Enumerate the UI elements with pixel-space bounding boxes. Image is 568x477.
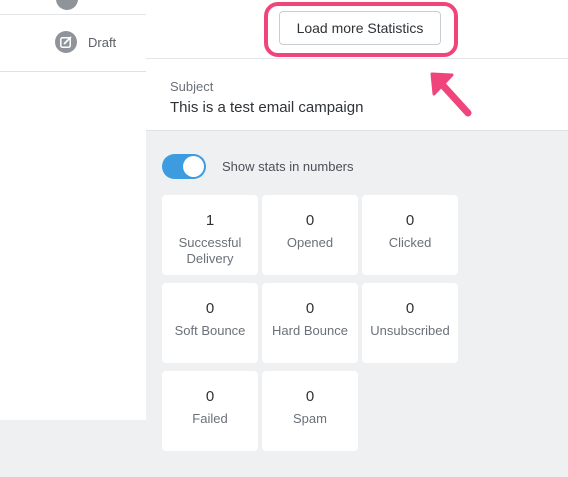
- stat-label: Failed: [192, 411, 228, 426]
- stat-label: Soft Bounce: [174, 323, 246, 338]
- stat-value: 0: [305, 212, 315, 229]
- stat-label: Clicked: [388, 235, 432, 250]
- campaign-detail-panel: Load more Statistics Subject This is a t…: [146, 0, 568, 477]
- edit-icon: [55, 31, 77, 53]
- stat-card-successful-delivery: 1 Successful Delivery: [162, 195, 258, 275]
- toggle-knob: [183, 156, 204, 177]
- stats-grid: 1 Successful Delivery 0 Opened 0 Clicked…: [162, 195, 458, 451]
- stat-value: 0: [405, 212, 415, 229]
- stat-label: Opened: [286, 235, 334, 250]
- stat-value: 1: [205, 212, 215, 229]
- arrow-pointer-icon: [430, 72, 472, 117]
- toggle-label: Show stats in numbers: [222, 159, 354, 174]
- stat-card-hard-bounce: 0 Hard Bounce: [262, 283, 358, 363]
- stat-card-clicked: 0 Clicked: [362, 195, 458, 275]
- stat-label: Hard Bounce: [272, 323, 348, 338]
- stat-card-opened: 0 Opened: [262, 195, 358, 275]
- status-icon-partial: [56, 0, 78, 10]
- load-more-statistics-button[interactable]: Load more Statistics: [279, 11, 441, 45]
- stat-label: Successful Delivery: [178, 235, 242, 266]
- detail-header: Load more Statistics Subject This is a t…: [146, 0, 568, 131]
- stat-card-spam: 0 Spam: [262, 371, 358, 451]
- list-footer: [0, 420, 146, 477]
- subject-label: Subject: [170, 79, 214, 94]
- stat-label: Spam: [293, 411, 327, 426]
- stat-value: 0: [405, 300, 415, 317]
- stat-value: 0: [305, 388, 315, 405]
- stat-card-soft-bounce: 0 Soft Bounce: [162, 283, 258, 363]
- status-label: Draft: [88, 35, 117, 50]
- header-divider: [146, 58, 568, 59]
- stat-card-unsubscribed: 0 Unsubscribed: [362, 283, 458, 363]
- subject-value: This is a test email campaign: [170, 99, 364, 116]
- stat-value: 0: [205, 300, 215, 317]
- stat-label: Unsubscribed: [370, 323, 450, 338]
- previous-row: [0, 0, 146, 14]
- show-stats-toggle[interactable]: [162, 154, 206, 179]
- campaign-list-panel: Draft: [0, 0, 147, 420]
- stat-card-failed: 0 Failed: [162, 371, 258, 451]
- app-root: Draft Load more Statistics Subject This …: [0, 0, 568, 477]
- stat-value: 0: [205, 388, 215, 405]
- stat-value: 0: [305, 300, 315, 317]
